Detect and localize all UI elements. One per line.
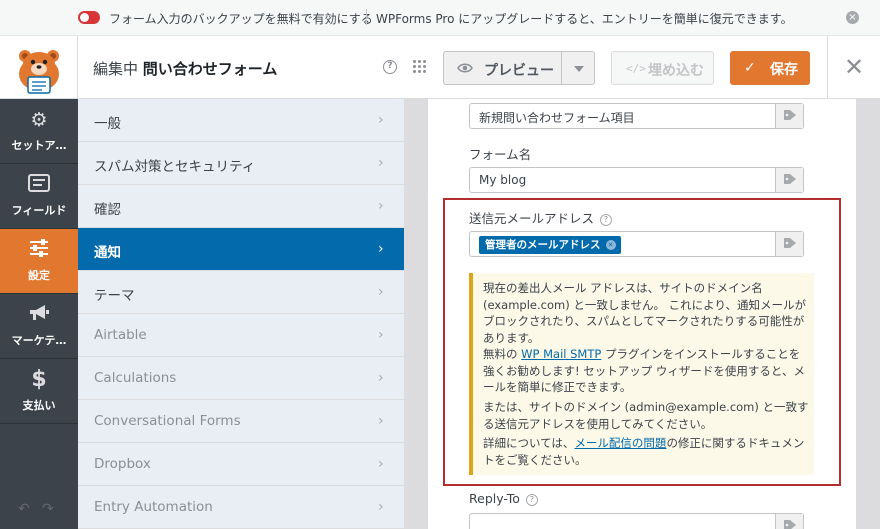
menu-item-label: 通知 — [94, 245, 121, 261]
preview-button[interactable]: プレビュー — [443, 51, 595, 85]
settings-menu: 一般 › スパム対策とセキュリティ › 確認 › 通知 › テーマ › Airt… — [78, 99, 404, 529]
save-label: 保存 — [770, 62, 798, 78]
menu-item-label: 確認 — [94, 202, 121, 218]
chevron-right-icon: › — [378, 241, 384, 257]
sidebar-item-label: 設定 — [28, 269, 50, 282]
menu-item-conversational-forms[interactable]: Conversational Forms › — [78, 400, 404, 443]
chevron-right-icon: › — [378, 155, 384, 171]
checkmark-icon: ✓ — [744, 60, 756, 76]
smart-tags-button[interactable] — [775, 168, 803, 192]
megaphone-icon — [0, 304, 78, 327]
menu-item-label: Entry Automation — [94, 499, 213, 515]
menu-item-label: Dropbox — [94, 456, 151, 472]
builder-sidebar: ⚙ セットア… フィールド 設定 マーケテ… $ 支払い ↶ ↷ — [0, 99, 78, 529]
sidebar-item-setup[interactable]: ⚙ セットア… — [0, 99, 78, 164]
menu-item-confirmation[interactable]: 確認 › — [78, 185, 404, 228]
menu-item-label: Conversational Forms — [94, 413, 241, 429]
sidebar-item-fields[interactable]: フィールド — [0, 164, 78, 229]
tag-icon — [784, 110, 796, 120]
undo-icon[interactable]: ↶ — [18, 501, 30, 517]
menu-item-entry-automation[interactable]: Entry Automation › — [78, 486, 404, 529]
menu-item-calculations[interactable]: Calculations › — [78, 357, 404, 400]
menu-item-dropbox[interactable]: Dropbox › — [78, 443, 404, 486]
menu-item-notifications[interactable]: 通知 › — [78, 228, 404, 271]
menu-item-spam-security[interactable]: スパム対策とセキュリティ › — [78, 142, 404, 185]
upgrade-notice-text: WPForms Pro にアップグレードすると、エントリーを簡単に復元できます。 — [376, 12, 793, 26]
highlight-box — [443, 198, 841, 486]
preview-label: プレビュー — [484, 63, 554, 79]
chevron-down-icon[interactable] — [574, 66, 584, 72]
fields-icon — [0, 174, 78, 197]
backup-toggle[interactable] — [78, 11, 100, 24]
sidebar-item-label: マーケテ… — [11, 334, 67, 347]
smart-tags-button[interactable] — [775, 514, 803, 529]
reply-to-field[interactable] — [469, 513, 804, 529]
notice-divider — [366, 9, 367, 25]
eye-icon — [457, 63, 473, 73]
chevron-right-icon: › — [378, 112, 384, 128]
sidebar-item-marketing[interactable]: マーケテ… — [0, 294, 78, 359]
close-builder-icon[interactable]: ✕ — [827, 36, 880, 99]
bear-mascot-icon — [19, 50, 59, 94]
sliders-icon — [0, 239, 78, 262]
redo-icon[interactable]: ↷ — [42, 501, 54, 517]
chevron-right-icon: › — [378, 499, 384, 515]
help-icon[interactable]: ? — [525, 493, 538, 506]
chevron-right-icon: › — [378, 327, 384, 343]
notice-bar: フォーム入力のバックアップを無料で有効にする WPForms Pro にアップグ… — [0, 0, 880, 36]
save-button[interactable]: ✓ 保存 — [730, 51, 810, 85]
smart-tags-button[interactable] — [775, 104, 803, 128]
reply-to-label: Reply-To? — [469, 491, 538, 506]
backup-toggle-label[interactable]: フォーム入力のバックアップを無料で有効にする — [109, 10, 373, 27]
chevron-right-icon: › — [378, 284, 384, 300]
chevron-right-icon: › — [378, 198, 384, 214]
email-subject-value: 新規問い合わせフォーム項目 — [479, 111, 635, 125]
menu-item-label: Airtable — [94, 327, 147, 343]
page-title: 編集中 問い合わせフォーム — [93, 58, 277, 79]
menu-item-theme[interactable]: テーマ › — [78, 271, 404, 314]
embed-label: 埋め込む — [648, 63, 704, 79]
chevron-right-icon: › — [378, 370, 384, 386]
menu-item-label: Calculations — [94, 370, 177, 386]
editing-prefix: 編集中 — [93, 60, 139, 78]
menu-item-label: 一般 — [94, 116, 121, 132]
menu-item-label: テーマ — [94, 288, 135, 304]
form-name-value: My blog — [479, 173, 527, 187]
close-notice-icon[interactable]: × — [846, 11, 859, 24]
reply-to-label-text: Reply-To — [469, 491, 520, 506]
email-subject-field[interactable]: 新規問い合わせフォーム項目 — [469, 103, 804, 129]
form-title: 問い合わせフォーム — [142, 60, 278, 78]
chevron-right-icon: › — [378, 413, 384, 429]
sidebar-item-label: フィールド — [11, 204, 67, 217]
sidebar-item-payments[interactable]: $ 支払い — [0, 359, 78, 424]
menu-item-airtable[interactable]: Airtable › — [78, 314, 404, 357]
embed-button[interactable]: </> 埋め込む — [611, 51, 714, 85]
preview-split-divider — [561, 52, 562, 84]
builder-header: 編集中 問い合わせフォーム ? プレビュー </> 埋め込む ✓ 保存 ✕ — [0, 36, 880, 99]
form-name-label: フォーム名 — [469, 147, 532, 162]
dollar-icon: $ — [31, 367, 47, 392]
sidebar-item-settings[interactable]: 設定 — [0, 229, 78, 294]
tag-icon — [784, 174, 796, 184]
sidebar-item-label: 支払い — [22, 399, 56, 412]
tag-icon — [784, 520, 796, 529]
form-name-field[interactable]: My blog — [469, 167, 804, 193]
wpforms-logo — [0, 36, 78, 99]
menu-item-label: スパム対策とセキュリティ — [94, 159, 256, 175]
help-icon[interactable]: ? — [383, 60, 397, 74]
sidebar-item-label: セットア… — [11, 139, 67, 152]
gear-icon: ⚙ — [30, 109, 48, 131]
menu-item-general[interactable]: 一般 › — [78, 99, 404, 142]
code-icon: </> — [626, 62, 646, 75]
chevron-right-icon: › — [378, 456, 384, 472]
grid-menu-icon[interactable] — [413, 60, 427, 74]
